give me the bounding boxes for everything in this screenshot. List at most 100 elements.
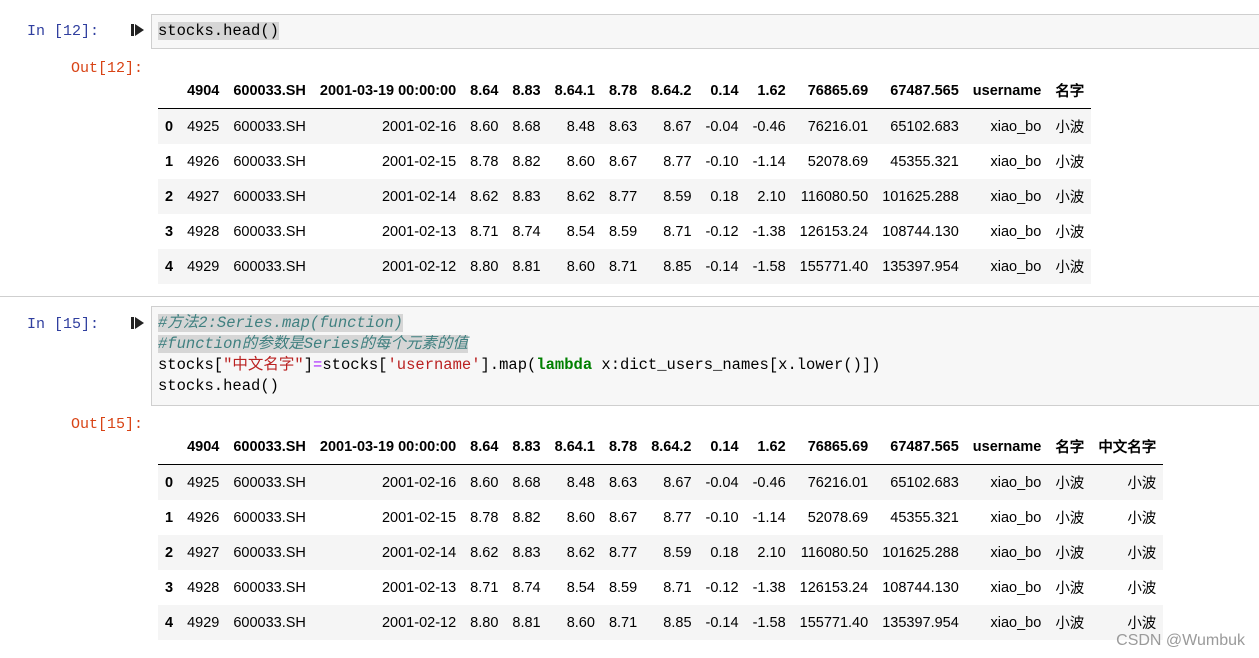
table-cell: 8.59 — [663, 544, 692, 561]
table-cell: 小波 — [1055, 476, 1085, 492]
table-cell: 2.10 — [757, 188, 786, 205]
table-cell: 600033.SH — [233, 223, 306, 240]
table-cell: 8.63 — [608, 118, 638, 135]
column-header: 0.14 — [698, 73, 746, 109]
table-cell: xiao_bo — [990, 258, 1042, 275]
table-cell: xiao_bo — [990, 579, 1042, 596]
table-cell: 8.71 — [663, 579, 692, 596]
table-cell: 小波 — [1055, 225, 1085, 241]
table-cell: 600033.SH — [233, 544, 306, 561]
table-cell: 4925 — [187, 118, 220, 135]
column-header: 名字 — [1048, 429, 1092, 465]
table-cell: 小波 — [1127, 546, 1157, 562]
table-cell: 小波 — [1055, 581, 1085, 597]
table-cell: 8.62 — [470, 544, 499, 561]
column-header: 67487.565 — [875, 429, 966, 465]
column-header: 8.64.2 — [644, 429, 699, 465]
table-cell: 155771.40 — [799, 614, 869, 631]
table-cell: 2001-02-15 — [381, 153, 457, 170]
dataframe-output: 4904 600033.SH 2001-03-19 00:00:00 8.64 8.83… — [158, 429, 1164, 640]
code-input[interactable]: #方法2:Series.map(function) #function的参数是S… — [151, 306, 1259, 406]
table-cell: 8.67 — [608, 153, 638, 170]
out-prompt: Out[15]: — [71, 416, 144, 433]
code-input[interactable]: stocks.head() — [151, 14, 1259, 49]
column-header: 8.64 — [463, 429, 506, 465]
column-header: 名字 — [1048, 73, 1092, 109]
table-cell: 8.59 — [608, 223, 638, 240]
column-header: 600033.SH — [226, 429, 313, 465]
table-cell: 8.67 — [663, 118, 692, 135]
run-cell-icon[interactable] — [131, 23, 145, 37]
table-cell: 8.60 — [470, 118, 499, 135]
column-header: 2001-03-19 00:00:00 — [312, 429, 464, 465]
table-cell: 8.60 — [566, 258, 595, 275]
table-cell: 4927 — [187, 544, 220, 561]
table-cell: 2001-02-13 — [381, 579, 457, 596]
notebook-cell-15[interactable]: In [15]: #方法2:Series.map(function) #func… — [0, 300, 1259, 658]
table-cell: 52078.69 — [807, 153, 869, 170]
table-cell: 4928 — [187, 579, 220, 596]
table-cell: 8.85 — [663, 614, 692, 631]
column-header: 76865.69 — [792, 73, 876, 109]
table-cell: 8.59 — [608, 579, 638, 596]
table-row: 3 4928 600033.SH 2001-02-13 8.71 8.74 8.54 8.59… — [158, 570, 1163, 605]
table-cell: 8.78 — [470, 153, 499, 170]
table-cell: 135397.954 — [882, 614, 959, 631]
table-cell: -0.12 — [705, 579, 739, 596]
table-cell: 135397.954 — [882, 258, 959, 275]
run-cell-icon[interactable] — [131, 316, 145, 330]
table-cell: 8.71 — [663, 223, 692, 240]
table-cell: 108744.130 — [882, 223, 959, 240]
table-cell: 2001-02-12 — [381, 258, 457, 275]
table-cell: -0.10 — [705, 153, 739, 170]
table-cell: 8.62 — [470, 188, 499, 205]
column-header: 8.64.1 — [547, 73, 602, 109]
table-cell: 0.18 — [710, 188, 739, 205]
table-cell: 600033.SH — [233, 188, 306, 205]
table-cell: -1.58 — [752, 258, 786, 275]
table-cell: 8.54 — [566, 223, 595, 240]
table-cell: -0.14 — [705, 614, 739, 631]
table-cell: 8.77 — [608, 188, 638, 205]
table-cell: 600033.SH — [233, 474, 306, 491]
table-cell: -1.38 — [752, 579, 786, 596]
table-cell: -0.46 — [752, 474, 786, 491]
table-row: 1 4926 600033.SH 2001-02-15 8.78 8.82 8.60 8.67… — [158, 500, 1163, 535]
table-cell: 126153.24 — [799, 579, 869, 596]
table-cell: 小波 — [1055, 511, 1085, 527]
table-cell: 600033.SH — [233, 614, 306, 631]
table-cell: xiao_bo — [990, 614, 1042, 631]
column-header: 8.64.1 — [547, 429, 602, 465]
table-cell: 76216.01 — [807, 118, 869, 135]
code-line: stocks.head() — [158, 22, 279, 40]
table-cell: 4926 — [187, 153, 220, 170]
row-index: 2 — [165, 544, 174, 561]
column-header: 8.83 — [505, 73, 548, 109]
table-cell: 2001-02-16 — [381, 474, 457, 491]
table-cell: -0.14 — [705, 258, 739, 275]
table-cell: 8.77 — [663, 509, 692, 526]
table-row: 2 4927 600033.SH 2001-02-14 8.62 8.83 8.62 8.77… — [158, 535, 1164, 570]
table-cell: -1.14 — [752, 509, 786, 526]
table-cell: 小波 — [1055, 155, 1085, 171]
table-cell: 8.78 — [470, 509, 499, 526]
out-prompt: Out[12]: — [71, 60, 144, 77]
table-cell: 8.83 — [512, 544, 541, 561]
table-cell: xiao_bo — [990, 223, 1042, 240]
table-cell: 8.60 — [470, 474, 499, 491]
table-cell: 108744.130 — [882, 579, 959, 596]
column-header — [158, 429, 181, 465]
table-row: 1 4926 600033.SH 2001-02-15 8.78 8.82 8.60 8.67… — [158, 144, 1091, 179]
row-index: 4 — [165, 258, 174, 275]
in-prompt: In [15]: — [27, 316, 100, 333]
watermark: CSDN @Wumbuk — [1116, 632, 1245, 649]
table-cell: 8.80 — [470, 258, 499, 275]
table-cell: 45355.321 — [890, 509, 959, 526]
table-row: 4 4929 600033.SH 2001-02-12 8.80 8.81 8.60 8.71… — [158, 605, 1164, 640]
table-cell: 8.71 — [470, 579, 499, 596]
code-comment: #方法2:Series.map(function) — [158, 314, 403, 332]
table-cell: 小波 — [1127, 511, 1157, 527]
column-header: username — [965, 429, 1049, 465]
notebook-cell-12[interactable]: In [12]: stocks.head() Out[12]: 4904 6000… — [0, 0, 1259, 292]
column-header: 4904 — [180, 73, 227, 109]
